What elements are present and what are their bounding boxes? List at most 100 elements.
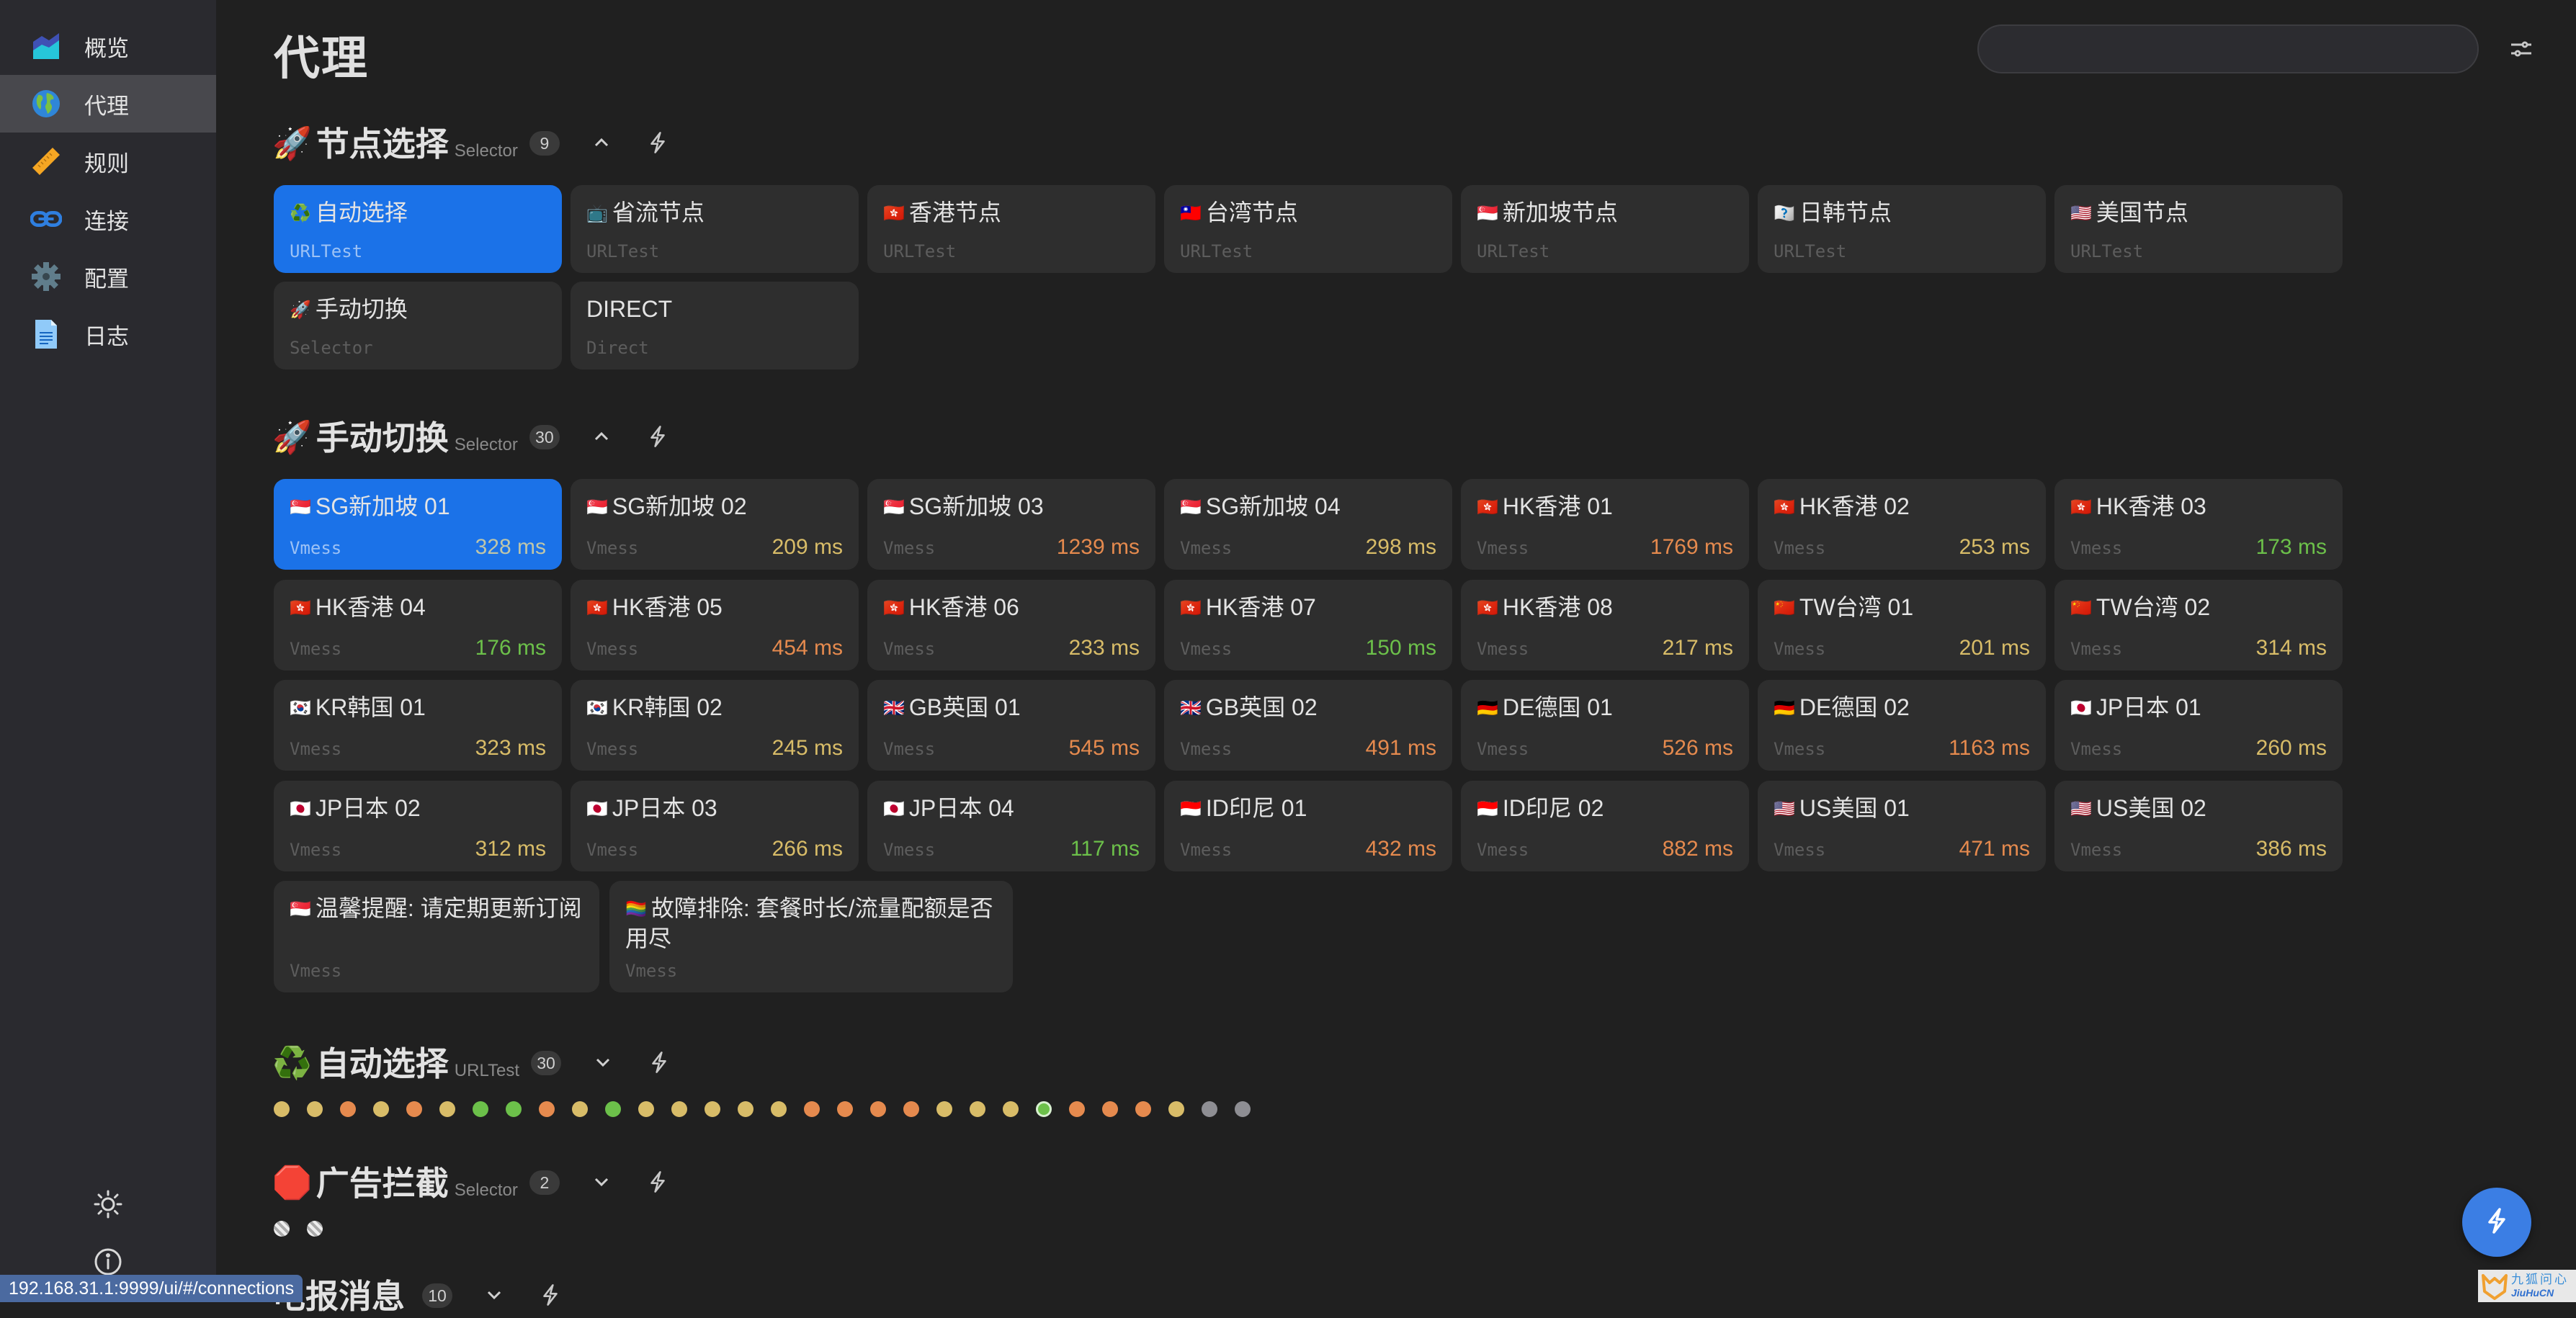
proxy-card[interactable]: 🇺🇸 美国节点 URLTest <box>2054 185 2343 273</box>
sidebar-item-logs[interactable]: 日志 <box>0 305 216 363</box>
proxy-card[interactable]: 🇸🇬 SG新加坡 02 Vmess 209 ms <box>571 479 859 570</box>
proxy-card[interactable]: 🇰🇷 KR韩国 02 Vmess 245 ms <box>571 680 859 771</box>
proxy-card[interactable]: 🇰🇷 KR韩国 01 Vmess 323 ms <box>274 680 562 771</box>
sidebar-item-proxies[interactable]: 代理 <box>0 75 216 133</box>
proxy-latency: 150 ms <box>1365 635 1436 660</box>
proxy-dot[interactable] <box>307 1221 323 1237</box>
proxy-dot[interactable] <box>340 1101 356 1117</box>
test-latency-button[interactable] <box>643 1169 672 1198</box>
proxy-dot[interactable] <box>373 1101 389 1117</box>
proxy-card[interactable]: 🇨🇳 TW台湾 02 Vmess 314 ms <box>2054 579 2343 671</box>
sidebar-item-rules[interactable]: 规则 <box>0 133 216 190</box>
proxy-dot[interactable] <box>970 1101 985 1117</box>
proxy-card[interactable]: 🇩🇪 DE德国 01 Vmess 526 ms <box>1461 680 1749 771</box>
proxy-card[interactable]: 🇬🇧 GB英国 01 Vmess 545 ms <box>867 680 1155 771</box>
proxy-dot[interactable] <box>605 1101 621 1117</box>
proxy-dot[interactable] <box>1003 1101 1019 1117</box>
proxy-card[interactable]: 🇭🇰 HK香港 04 Vmess 176 ms <box>274 579 562 671</box>
proxy-dot[interactable] <box>274 1101 290 1117</box>
proxy-name-text: ID印尼 02 <box>1502 794 1604 821</box>
sidebar-item-overview[interactable]: 概览 <box>0 17 216 75</box>
proxy-card[interactable]: 🇯🇵 JP日本 03 Vmess 266 ms <box>571 780 859 871</box>
collapse-button[interactable] <box>587 130 616 158</box>
proxy-card[interactable]: 🇭🇰 HK香港 03 Vmess 173 ms <box>2054 479 2343 570</box>
proxy-card[interactable]: 🚀 手动切换 Selector <box>274 282 562 369</box>
proxy-dot[interactable] <box>406 1101 422 1117</box>
proxy-dot[interactable] <box>1168 1101 1184 1117</box>
test-latency-button[interactable] <box>643 130 672 158</box>
proxy-dot[interactable] <box>439 1101 455 1117</box>
expand-button[interactable] <box>587 1169 616 1198</box>
proxy-card[interactable]: 🇸🇬 新加坡节点 URLTest <box>1461 185 1749 273</box>
expand-button[interactable] <box>480 1282 509 1311</box>
proxy-card[interactable]: 🇮🇩 ID印尼 02 Vmess 882 ms <box>1461 780 1749 871</box>
proxy-type: Vmess <box>883 739 936 759</box>
proxy-card[interactable]: 🇯🇵 JP日本 01 Vmess 260 ms <box>2054 680 2343 771</box>
proxy-name: 🇯🇵 JP日本 01 <box>2070 693 2327 723</box>
group-title[interactable]: 自动选择 <box>316 1042 449 1085</box>
search-input[interactable] <box>1977 24 2479 73</box>
proxy-card[interactable]: 🇺🇸 US美国 01 Vmess 471 ms <box>1758 780 2046 871</box>
proxy-dot[interactable] <box>837 1101 853 1117</box>
proxy-dot[interactable] <box>572 1101 588 1117</box>
proxy-dot[interactable] <box>936 1101 952 1117</box>
proxy-dot[interactable] <box>903 1101 919 1117</box>
proxy-dot[interactable] <box>1235 1101 1251 1117</box>
proxy-card[interactable]: 🇸🇬 SG新加坡 04 Vmess 298 ms <box>1164 479 1452 570</box>
proxy-dot[interactable] <box>738 1101 753 1117</box>
proxy-card[interactable]: 🇯🇵 JP日本 02 Vmess 312 ms <box>274 780 562 871</box>
sidebar-item-connections[interactable]: 连接 <box>0 190 216 248</box>
proxy-dot[interactable] <box>705 1101 720 1117</box>
proxy-card[interactable]: 🇺🇸 US美国 02 Vmess 386 ms <box>2054 780 2343 871</box>
proxy-card[interactable]: 🇸🇬 温馨提醒: 请定期更新订阅 Vmess <box>274 881 599 992</box>
proxy-dot[interactable] <box>771 1101 787 1117</box>
proxy-card[interactable]: 🇭🇰 HK香港 02 Vmess 253 ms <box>1758 479 2046 570</box>
sidebar-item-config[interactable]: 配置 <box>0 248 216 305</box>
proxy-dot[interactable] <box>506 1101 522 1117</box>
proxy-card[interactable]: 📺 省流节点 URLTest <box>571 185 859 273</box>
proxy-card[interactable]: 🇮🇩 ID印尼 01 Vmess 432 ms <box>1164 780 1452 871</box>
proxy-dot[interactable] <box>1036 1101 1052 1117</box>
proxy-card[interactable]: 🇯🇵 JP日本 04 Vmess 117 ms <box>867 780 1155 871</box>
proxy-dot[interactable] <box>307 1101 323 1117</box>
proxy-card[interactable]: 🇭🇰 HK香港 07 Vmess 150 ms <box>1164 579 1452 671</box>
proxy-dot[interactable] <box>804 1101 820 1117</box>
proxy-dot[interactable] <box>274 1221 290 1237</box>
proxy-card[interactable]: 🇹🇼 台湾节点 URLTest <box>1164 185 1452 273</box>
group-title[interactable]: 手动切换 <box>316 416 449 459</box>
proxy-card[interactable]: 🇭🇰 HK香港 05 Vmess 454 ms <box>571 579 859 671</box>
proxy-card[interactable]: 🇭🇰 HK香港 01 Vmess 1769 ms <box>1461 479 1749 570</box>
proxy-card[interactable]: 🇬🇧 GB英国 02 Vmess 491 ms <box>1164 680 1452 771</box>
test-latency-fab[interactable] <box>2462 1188 2531 1257</box>
test-latency-button[interactable] <box>536 1282 565 1311</box>
proxy-card[interactable]: 🇭🇰 HK香港 06 Vmess 233 ms <box>867 579 1155 671</box>
group-title[interactable]: 节点选择 <box>316 122 449 166</box>
proxy-dot[interactable] <box>539 1101 555 1117</box>
test-latency-button[interactable] <box>643 423 672 452</box>
expand-button[interactable] <box>589 1049 617 1078</box>
proxy-dot[interactable] <box>1135 1101 1151 1117</box>
proxy-card[interactable]: 🏳️‍🌈 故障排除: 套餐时长/流量配额是否用尽 Vmess <box>609 881 1013 992</box>
proxy-card[interactable]: 🇨🇳 TW台湾 01 Vmess 201 ms <box>1758 579 2046 671</box>
proxy-dot[interactable] <box>1069 1101 1085 1117</box>
proxy-dot[interactable] <box>1202 1101 1217 1117</box>
proxy-card[interactable]: 🇩🇪 DE德国 02 Vmess 1163 ms <box>1758 680 2046 771</box>
proxy-dot[interactable] <box>671 1101 687 1117</box>
proxy-dot[interactable] <box>870 1101 886 1117</box>
proxy-dot[interactable] <box>638 1101 654 1117</box>
test-latency-button[interactable] <box>645 1049 674 1078</box>
theme-toggle-button[interactable] <box>91 1188 125 1223</box>
proxy-dot[interactable] <box>1102 1101 1118 1117</box>
settings-button[interactable] <box>2507 35 2536 63</box>
proxy-card[interactable]: 🇸🇬 SG新加坡 03 Vmess 1239 ms <box>867 479 1155 570</box>
group-title[interactable]: 广告拦截 <box>316 1162 449 1205</box>
proxy-card[interactable]: ♻️ 自动选择 URLTest <box>274 185 562 273</box>
collapse-button[interactable] <box>587 423 616 452</box>
proxy-card[interactable]: 🇭🇰 香港节点 URLTest <box>867 185 1155 273</box>
proxy-card[interactable]: DIRECT Direct <box>571 282 859 369</box>
proxy-name: 🇸🇬 温馨提醒: 请定期更新订阅 <box>290 894 583 924</box>
proxy-card[interactable]: 🇸🇬 SG新加坡 01 Vmess 328 ms <box>274 479 562 570</box>
proxy-card[interactable]: 🇯🇰 日韩节点 URLTest <box>1758 185 2046 273</box>
proxy-card[interactable]: 🇭🇰 HK香港 08 Vmess 217 ms <box>1461 579 1749 671</box>
proxy-dot[interactable] <box>473 1101 488 1117</box>
